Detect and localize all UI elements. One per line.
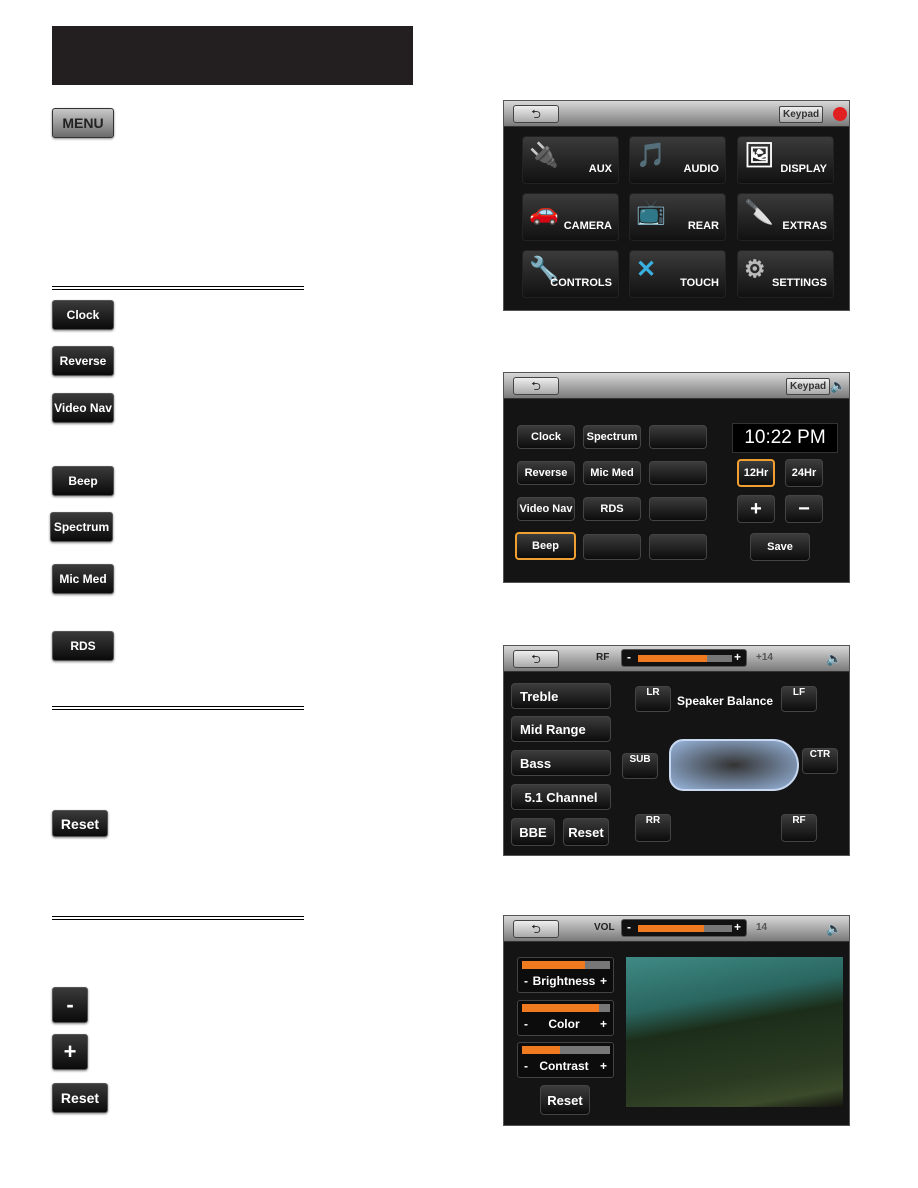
speaker-balance-title: Speaker Balance bbox=[677, 694, 774, 708]
empty-button[interactable] bbox=[649, 534, 707, 560]
tile-settings[interactable]: ⚙ SETTINGS bbox=[737, 250, 834, 298]
tile-aux[interactable]: 🔌 AUX bbox=[522, 136, 619, 184]
tile-audio[interactable]: 🎵 AUDIO bbox=[629, 136, 726, 184]
minus-button[interactable]: − bbox=[785, 495, 823, 523]
knife-icon: 🔪 bbox=[744, 199, 774, 226]
display-icon: 🖼 bbox=[744, 142, 775, 169]
rds-button[interactable]: RDS bbox=[583, 497, 641, 521]
video-nav-button[interactable]: Video Nav bbox=[517, 497, 575, 521]
clock-button[interactable]: Clock bbox=[52, 300, 114, 330]
rf-level-slider[interactable]: - + bbox=[621, 649, 747, 667]
minus-icon[interactable]: - bbox=[524, 974, 528, 988]
treble-button[interactable]: Treble bbox=[511, 683, 611, 709]
divider bbox=[52, 286, 304, 290]
speaker-icon: 🔈 bbox=[826, 921, 843, 936]
color-adjuster[interactable]: - Color + bbox=[517, 1000, 614, 1036]
reset-button[interactable]: Reset bbox=[52, 810, 108, 837]
music-note-icon: 🎵 bbox=[636, 142, 666, 169]
spectrum-button[interactable]: Spectrum bbox=[50, 512, 113, 542]
sub-speaker-button[interactable]: SUB bbox=[622, 753, 658, 779]
plus-button[interactable]: + bbox=[52, 1034, 88, 1070]
back-arrow-icon[interactable]: ⮌ bbox=[513, 920, 559, 938]
car-top-view-image bbox=[669, 739, 799, 791]
tile-display[interactable]: 🖼 DISPLAY bbox=[737, 136, 834, 184]
gears-icon: ⚙ bbox=[744, 256, 766, 283]
speaker-icon: 🔈 bbox=[830, 378, 847, 393]
ctr-speaker-button[interactable]: CTR bbox=[802, 748, 838, 774]
mic-med-button[interactable]: Mic Med bbox=[583, 461, 641, 485]
empty-button[interactable] bbox=[649, 425, 707, 449]
contrast-adjuster[interactable]: - Contrast + bbox=[517, 1042, 614, 1078]
rca-cable-icon: 🔌 bbox=[529, 142, 559, 169]
bbe-button[interactable]: BBE bbox=[511, 818, 555, 846]
keypad-button[interactable]: Keypad bbox=[779, 106, 824, 123]
save-button[interactable]: Save bbox=[750, 533, 810, 561]
section-title-bar bbox=[52, 26, 413, 85]
minus-icon[interactable]: - bbox=[524, 1017, 528, 1031]
plus-icon[interactable]: + bbox=[600, 974, 607, 988]
power-icon[interactable] bbox=[833, 107, 847, 121]
reset-button[interactable]: Reset bbox=[563, 818, 609, 846]
back-arrow-icon[interactable]: ⮌ bbox=[513, 377, 559, 395]
video-preview-image bbox=[626, 957, 843, 1107]
back-arrow-icon[interactable]: ⮌ bbox=[513, 105, 559, 123]
5-1-channel-button[interactable]: 5.1 Channel bbox=[511, 784, 611, 810]
lr-speaker-button[interactable]: LR bbox=[635, 686, 671, 712]
empty-button[interactable] bbox=[649, 497, 707, 521]
controls-screenshot: ⮌ Keypad 🔈 Clock Spectrum Reverse Mic Me… bbox=[503, 372, 850, 583]
beep-button[interactable]: Beep bbox=[515, 532, 576, 560]
divider bbox=[52, 706, 304, 710]
reset-button[interactable]: Reset bbox=[540, 1085, 590, 1115]
time-display: 10:22 PM bbox=[732, 423, 838, 453]
plus-icon[interactable]: + bbox=[600, 1059, 607, 1073]
bass-button[interactable]: Bass bbox=[511, 750, 611, 776]
speaker-icon: 🔈 bbox=[826, 651, 843, 666]
rds-button[interactable]: RDS bbox=[52, 631, 114, 661]
divider bbox=[52, 916, 304, 920]
empty-button[interactable] bbox=[583, 534, 641, 560]
minus-icon[interactable]: - bbox=[524, 1059, 528, 1073]
volume-slider[interactable]: - + bbox=[621, 919, 747, 937]
beep-button[interactable]: Beep bbox=[52, 466, 114, 496]
tile-camera[interactable]: 🚗 CAMERA bbox=[522, 193, 619, 241]
back-arrow-icon[interactable]: ⮌ bbox=[513, 650, 559, 668]
24hr-button[interactable]: 24Hr bbox=[785, 459, 823, 487]
brightness-adjuster[interactable]: - Brightness + bbox=[517, 957, 614, 993]
mid-range-button[interactable]: Mid Range bbox=[511, 716, 611, 742]
reverse-button[interactable]: Reverse bbox=[517, 461, 575, 485]
minus-button[interactable]: - bbox=[52, 987, 88, 1023]
rear-monitor-icon: 📺 bbox=[636, 199, 666, 226]
level-value: +14 bbox=[756, 652, 773, 663]
car-camera-icon: 🚗 bbox=[529, 199, 559, 226]
plus-icon[interactable]: + bbox=[600, 1017, 607, 1031]
clock-button[interactable]: Clock bbox=[517, 425, 575, 449]
spectrum-button[interactable]: Spectrum bbox=[583, 425, 641, 449]
touch-arrows-icon: ✕ bbox=[636, 256, 657, 283]
tile-touch[interactable]: ✕ TOUCH bbox=[629, 250, 726, 298]
main-menu-screenshot: ⮌ Keypad 🔌 AUX 🎵 AUDIO 🖼 DISPLAY 🚗 CAMERA 📺 R… bbox=[503, 100, 850, 311]
slider-label: VOL bbox=[594, 922, 615, 933]
12hr-button[interactable]: 12Hr bbox=[737, 459, 775, 487]
mic-med-button[interactable]: Mic Med bbox=[52, 564, 114, 594]
volume-value: 14 bbox=[756, 922, 768, 933]
tile-rear[interactable]: 📺 REAR bbox=[629, 193, 726, 241]
rf-speaker-button[interactable]: RF bbox=[781, 814, 817, 842]
speaker-balance-screenshot: ⮌ RF - + +14 🔈 Treble Mid Range Bass 5.1 … bbox=[503, 645, 850, 856]
reset-button-2[interactable]: Reset bbox=[52, 1083, 108, 1113]
reverse-button[interactable]: Reverse bbox=[52, 346, 114, 376]
rr-speaker-button[interactable]: RR bbox=[635, 814, 671, 842]
menu-button[interactable]: MENU bbox=[52, 108, 114, 138]
video-nav-button[interactable]: Video Nav bbox=[52, 393, 114, 423]
tile-controls[interactable]: 🔧 CONTROLS bbox=[522, 250, 619, 298]
slider-label: RF bbox=[596, 652, 610, 663]
display-adjust-screenshot: ⮌ VOL - + 14 🔈 - Brightness + - Color + - Cont… bbox=[503, 915, 850, 1126]
lf-speaker-button[interactable]: LF bbox=[781, 686, 817, 712]
empty-button[interactable] bbox=[649, 461, 707, 485]
keypad-button[interactable]: Keypad bbox=[786, 378, 831, 395]
plus-button[interactable]: + bbox=[737, 495, 775, 523]
tile-extras[interactable]: 🔪 EXTRAS bbox=[737, 193, 834, 241]
